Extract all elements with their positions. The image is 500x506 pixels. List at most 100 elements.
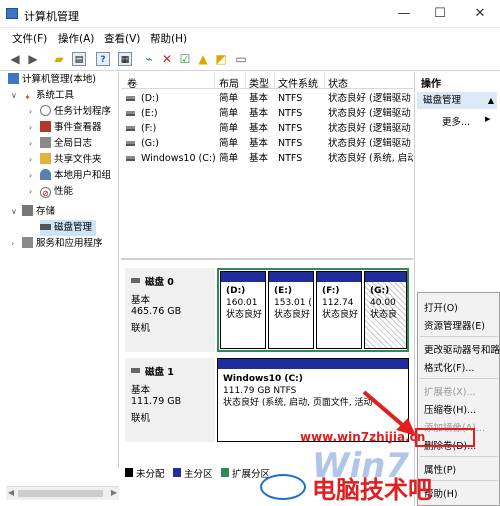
menu-view[interactable]: 查看(V) [104, 31, 140, 46]
expand-chevron-icon[interactable]: › [29, 184, 32, 200]
ctx-extend-volume: 扩展卷(X)... [424, 387, 476, 398]
volume-icon [126, 156, 135, 161]
help-icon[interactable]: ? [96, 52, 110, 66]
tree-event-viewer[interactable]: › 事件查看器 [29, 120, 102, 136]
forward-arrow-icon[interactable]: ▶ [26, 52, 40, 66]
submenu-arrow-icon: ▶ [485, 115, 491, 123]
volume-icon [126, 141, 135, 146]
log-icon [40, 137, 51, 148]
tree-root[interactable]: 计算机管理(本地) [8, 72, 96, 88]
collapse-chevron-icon[interactable]: ∨ [11, 204, 17, 220]
delete-icon[interactable]: ✕ [160, 52, 174, 66]
legend-swatch-extended [221, 468, 229, 477]
watermark-brand: 电脑技术吧 [312, 476, 432, 504]
event-viewer-icon [40, 121, 51, 132]
maximize-button[interactable]: ☐ [430, 6, 450, 21]
export-icon[interactable]: ◩ [214, 52, 228, 66]
folder-icon [40, 153, 51, 164]
scroll-right-icon[interactable]: ▶ [111, 488, 117, 497]
tree-disk-management[interactable]: 磁盘管理 [40, 220, 97, 236]
menu-file[interactable]: 文件(F) [12, 31, 47, 46]
volume-icon [126, 126, 135, 131]
partition-g[interactable]: (G:) 40.00 状态良 [364, 271, 407, 349]
tree-task-scheduler[interactable]: › 任务计划程序 [29, 104, 111, 120]
col-type[interactable]: 类型 [249, 75, 269, 90]
up-folder-icon[interactable]: ▰ [52, 52, 66, 66]
tree-local-users[interactable]: › 本地用户和组 [29, 168, 111, 184]
tree-performance[interactable]: › ⊘ 性能 [29, 184, 73, 200]
volume-icon [126, 111, 135, 116]
ctx-explorer[interactable]: 资源管理器(E) [424, 318, 485, 332]
expand-chevron-icon[interactable]: › [11, 236, 14, 252]
tree-services[interactable]: › 服务和应用程序 [11, 236, 103, 252]
menu-help[interactable]: 帮助(H) [150, 31, 187, 46]
computer-management-icon [6, 8, 18, 19]
disk-icon [131, 278, 140, 283]
collapse-up-icon[interactable]: ▲ [488, 92, 494, 109]
table-row[interactable]: Windows10 (C:) 简单 基本 NTFS 状态良好 (系统, 启动 [121, 151, 413, 166]
clock-icon [40, 105, 51, 116]
import-icon[interactable]: ▲ [196, 52, 210, 66]
window-title: 计算机管理 [24, 10, 79, 23]
actions-disk-management[interactable]: 磁盘管理 ▲ [417, 92, 497, 109]
check-icon[interactable]: ☑ [178, 52, 192, 66]
pane-splitter[interactable] [121, 258, 413, 260]
tree-shared-folders[interactable]: › 共享文件夹 [29, 152, 102, 168]
title-bar: 计算机管理 — ☐ ✕ [0, 0, 500, 28]
expand-chevron-icon[interactable]: › [29, 168, 32, 184]
users-icon [40, 169, 51, 180]
tree-horizontal-scrollbar[interactable]: ◀ ▶ [6, 486, 119, 500]
volume-table-header: 卷 布局 类型 文件系统 状态 [121, 72, 413, 90]
col-filesystem[interactable]: 文件系统 [278, 75, 318, 90]
partition-e[interactable]: (E:) 153.01 (状态良好 [268, 271, 314, 349]
watermark-url: www.win7zhijia.cn [300, 430, 426, 444]
table-row[interactable]: (D:) 简单 基本 NTFS 状态良好 (逻辑驱动 [121, 91, 413, 106]
scroll-left-icon[interactable]: ◀ [8, 488, 14, 497]
ctx-shrink-volume[interactable]: 压缩卷(H)... [424, 402, 476, 416]
scroll-thumb[interactable] [18, 490, 103, 497]
toolbar: ◀ ▶ ▰ ▤ ? ▦ ⌁ ✕ ☑ ▲ ◩ ▭ [0, 47, 500, 71]
disk-icon [131, 368, 140, 373]
services-icon [22, 237, 33, 248]
tree-system-tools[interactable]: ∨ ✦ 系统工具 [11, 88, 74, 104]
connect-icon[interactable]: ⌁ [142, 52, 156, 66]
expand-chevron-icon[interactable]: › [29, 136, 32, 152]
ctx-format[interactable]: 格式化(F)... [424, 360, 474, 374]
properties-icon[interactable]: ▦ [118, 52, 132, 66]
performance-icon: ⊘ [40, 187, 51, 198]
navigation-tree: 计算机管理(本地) ∨ ✦ 系统工具 › 任务计划程序 › 事件查看器 › 全局日… [6, 72, 119, 468]
ctx-change-drive-letter[interactable]: 更改驱动器号和路 [424, 342, 500, 356]
tree-storage[interactable]: ∨ 存储 [11, 204, 55, 220]
minimize-button[interactable]: — [394, 6, 414, 21]
close-button[interactable]: ✕ [470, 6, 490, 21]
table-row[interactable]: (E:) 简单 基本 NTFS 状态良好 (逻辑驱动 [121, 106, 413, 121]
tools-icon: ✦ [24, 93, 31, 102]
actions-more[interactable]: 更多... ▶ [442, 114, 490, 128]
legend-swatch-unallocated [125, 468, 133, 477]
menu-action[interactable]: 操作(A) [58, 31, 94, 46]
expand-chevron-icon[interactable]: › [29, 120, 32, 136]
back-arrow-icon[interactable]: ◀ [8, 52, 22, 66]
storage-icon [22, 205, 33, 216]
partition-f[interactable]: (F:) 112.74 状态良好 [316, 271, 362, 349]
tree-global-log[interactable]: › 全局日志 [29, 136, 92, 152]
disk-0-label[interactable]: 磁盘 0 基本 465.76 GB 联机 [125, 268, 215, 352]
collapse-chevron-icon[interactable]: ∨ [11, 88, 17, 104]
legend-swatch-primary [173, 468, 181, 477]
show-hide-tree-icon[interactable]: ▤ [72, 52, 86, 66]
partition-d[interactable]: (D:) 160.01 状态良好 [220, 271, 266, 349]
expand-chevron-icon[interactable]: › [29, 104, 32, 120]
volume-icon [126, 96, 135, 101]
menu-bar: 文件(F) 操作(A) 查看(V) 帮助(H) [0, 28, 500, 47]
actions-title: 操作 [421, 79, 441, 90]
table-row[interactable]: (G:) 简单 基本 NTFS 状态良好 (逻辑驱动 [121, 136, 413, 151]
col-layout[interactable]: 布局 [219, 75, 239, 90]
col-status[interactable]: 状态 [328, 75, 348, 90]
table-row[interactable]: (F:) 简单 基本 NTFS 状态良好 (逻辑驱动 [121, 121, 413, 136]
computer-icon [8, 73, 19, 84]
col-volume[interactable]: 卷 [127, 75, 137, 90]
disk-1-label[interactable]: 磁盘 1 基本 111.79 GB 联机 [125, 358, 215, 442]
view-icon[interactable]: ▭ [234, 52, 248, 66]
expand-chevron-icon[interactable]: › [29, 152, 32, 168]
ctx-open[interactable]: 打开(O) [424, 300, 458, 314]
